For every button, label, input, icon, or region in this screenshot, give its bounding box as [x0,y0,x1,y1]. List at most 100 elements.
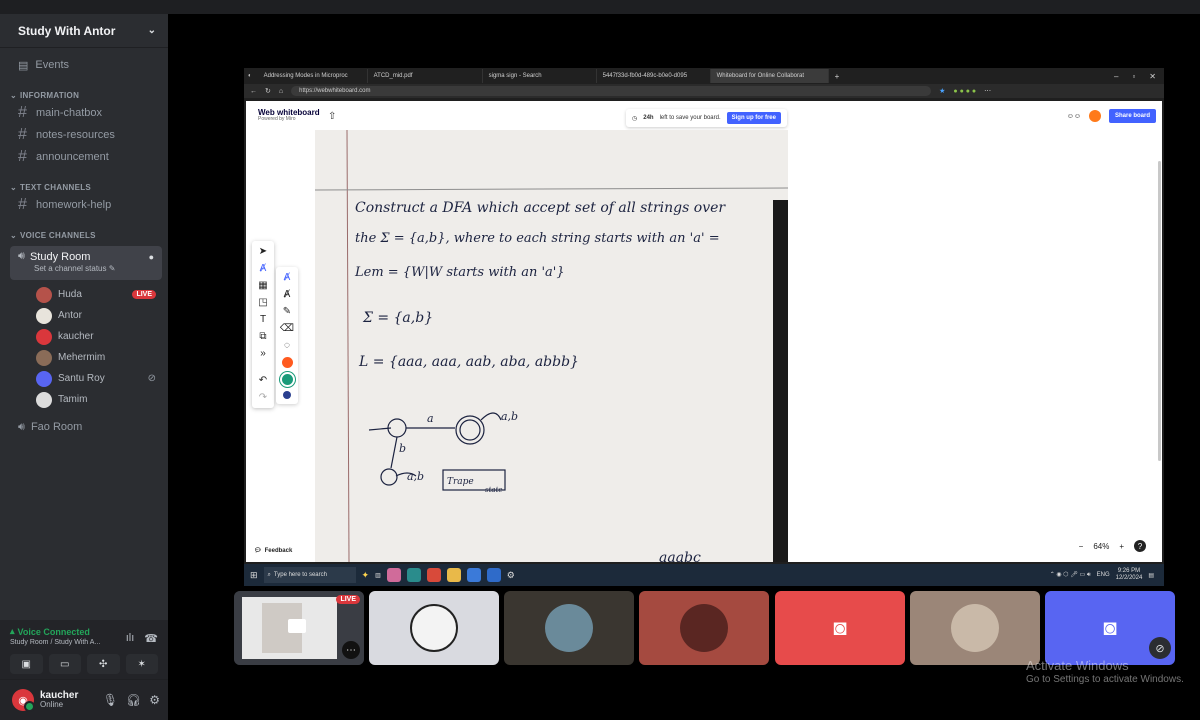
voice-member-antor[interactable]: Antor [0,305,168,326]
share-board-button[interactable]: Share board [1108,109,1156,123]
color-navy[interactable] [283,391,291,399]
upload-icon[interactable]: ⇧ [328,111,336,122]
channel-status[interactable]: Set a channel status ✎ [34,264,154,273]
copilot-icon[interactable]: ✦ [362,570,370,581]
select-cursor-icon[interactable]: ➤ [259,246,267,257]
channel-main-chatbox[interactable]: # main-chatbox [0,102,168,124]
category-text-channels[interactable]: ⌄ TEXT CHANNELS [0,180,168,194]
channel-announcement[interactable]: # announcement [0,146,168,168]
participant-tile[interactable]: ◙ [775,591,905,665]
tray-icons[interactable]: ⌃ ◉ ⬡ 🎤︎ ▭ 🔊︎ [1050,571,1091,579]
eraser-icon[interactable]: ⌫ [280,323,294,334]
voice-member-santu-roy[interactable]: Santu Roy ⊘ [0,368,168,389]
edge-browser-icon[interactable] [406,568,421,582]
soundboard-button[interactable]: ✶ [125,654,158,674]
extension-icons[interactable]: ● ● ● ● [953,88,976,95]
voice-member-kaucher[interactable]: kaucher [0,326,168,347]
maximize-icon[interactable]: ▫ [1132,72,1135,81]
notification-icon[interactable]: ▤ [1148,572,1154,579]
participant-tile[interactable] [910,591,1040,665]
help-icon[interactable]: ? [1134,540,1146,552]
category-voice-channels[interactable]: ⌄ VOICE CHANNELS [0,228,168,242]
user-avatar-icon[interactable] [1088,110,1101,122]
more-options-icon[interactable]: ⋯ [342,641,360,659]
participant-tile[interactable]: ◙ ⊘ [1045,591,1175,665]
url-field[interactable]: https://webwhiteboard.com [291,86,932,96]
refresh-icon[interactable]: ↻ [265,87,271,95]
color-teal[interactable] [281,374,293,385]
share-screen-button[interactable]: ▭ [48,654,81,674]
feedback-button[interactable]: 💬︎ Feedback [254,547,292,555]
settings-gear-icon[interactable]: ⚙ [507,570,515,581]
zoom-in-icon[interactable]: + [1119,542,1124,551]
taskbar-clock[interactable]: 9:26 PM 12/2/2024 [1116,568,1143,581]
voice-channel-fao-room[interactable]: 🔊︎ Fao Room [0,416,168,438]
settings-gear-icon[interactable]: ⚙ [149,693,160,707]
category-information[interactable]: ⌄ INFORMATION [0,88,168,102]
whiteboard-canvas[interactable]: Web whiteboard Powered by Miro ⇧ ◷ 24h l… [246,101,1162,562]
task-view-icon[interactable]: ▥ [375,572,381,579]
zoom-out-icon[interactable]: − [1079,542,1084,551]
user-info[interactable]: kaucher Online [40,690,78,710]
sticky-note-icon[interactable]: ◳ [258,297,267,308]
camera-off-button[interactable]: ▣ [10,654,43,674]
smart-draw-icon[interactable]: ✎ [283,306,291,317]
browser-tab[interactable]: sigma sign - Search [483,69,597,83]
new-tab-icon[interactable]: + [835,72,840,81]
activities-button[interactable]: ✣ [87,654,120,674]
minimize-icon[interactable]: – [1114,72,1118,81]
headphones-icon[interactable]: 🎧︎ [126,693,141,707]
windows-start-icon[interactable]: ⊞ [250,570,258,581]
favorite-star-icon[interactable]: ★ [939,87,945,95]
mail-icon[interactable] [486,568,501,582]
taskbar-app-icon[interactable] [386,568,401,582]
participant-tile[interactable] [369,591,499,665]
taskbar-search[interactable]: ⌕ Type here to search [263,567,356,583]
browser-tab[interactable]: ATCD_mid.pdf [368,69,483,83]
channel-notes-resources[interactable]: # notes-resources [0,124,168,146]
back-arrow-icon[interactable]: ← [250,88,257,95]
language-indicator[interactable]: ENG [1097,572,1110,578]
browser-tab[interactable]: 5447f33d-fb0d-489c-b0e0-d095 [597,69,711,83]
color-orange[interactable] [281,357,293,368]
voice-channel-study-room[interactable]: 🔊︎ Study Room ● Set a channel status ✎ [10,246,162,280]
whiteboard-logo[interactable]: Web whiteboard Powered by Miro [258,109,320,122]
handwritten-notes-image[interactable]: Construct a DFA which accept set of all … [315,130,788,562]
pen-tool-icon[interactable]: Ⱥ [260,263,267,274]
browser-tab-active[interactable]: Whiteboard for Online Collaborat [710,69,829,83]
highlighter-icon[interactable]: Ⱥ [284,289,291,300]
template-icon[interactable]: ▦ [258,280,267,291]
home-icon[interactable]: ⌂ [279,88,283,95]
voice-member-mehermim[interactable]: Mehermim [0,347,168,368]
chat-bubble-icon[interactable]: ● [149,252,154,262]
participant-tile[interactable] [504,591,634,665]
chrome-icon[interactable] [426,568,441,582]
server-header[interactable]: Study With Antor ⌄ [0,14,168,48]
disconnect-icon[interactable]: ☎ [144,632,158,645]
file-explorer-icon[interactable] [446,568,461,582]
more-tools-icon[interactable]: » [260,348,266,359]
store-icon[interactable] [466,568,481,582]
text-tool-icon[interactable]: T [260,314,266,325]
pen-icon[interactable]: Ⱥ [284,272,291,283]
browser-tab[interactable]: Addressing Modes in Microproc [258,69,368,83]
undo-icon[interactable]: ↶ [259,375,267,386]
participant-tile[interactable] [639,591,769,665]
signup-button[interactable]: Sign up for free [726,112,781,124]
voice-member-huda[interactable]: Huda LIVE [0,284,168,305]
close-icon[interactable]: ✕ [1149,72,1156,81]
voice-member-tamim[interactable]: Tamim [0,389,168,410]
participant-tile-stream[interactable]: LIVE ⋯ [234,591,364,665]
reactions-icon[interactable]: ☺☺ [1067,113,1081,120]
more-options-icon[interactable]: ⋯ [984,87,991,95]
scrollbar[interactable] [1158,161,1161,461]
microphone-icon[interactable]: 🎙︎ [103,693,118,707]
events-item[interactable]: ▤ Events [0,54,168,76]
screen-share-stream[interactable]: ◐ Addressing Modes in Microproc ATCD_mid… [244,68,1164,586]
redo-icon[interactable]: ↷ [259,392,267,403]
channel-homework-help[interactable]: # homework-help [0,194,168,216]
user-avatar[interactable]: ◉ [12,689,35,712]
shapes-icon[interactable]: ⧉ [259,331,266,342]
noise-suppression-icon[interactable]: ılı [126,632,135,645]
lasso-icon[interactable]: ◌ [284,340,290,351]
